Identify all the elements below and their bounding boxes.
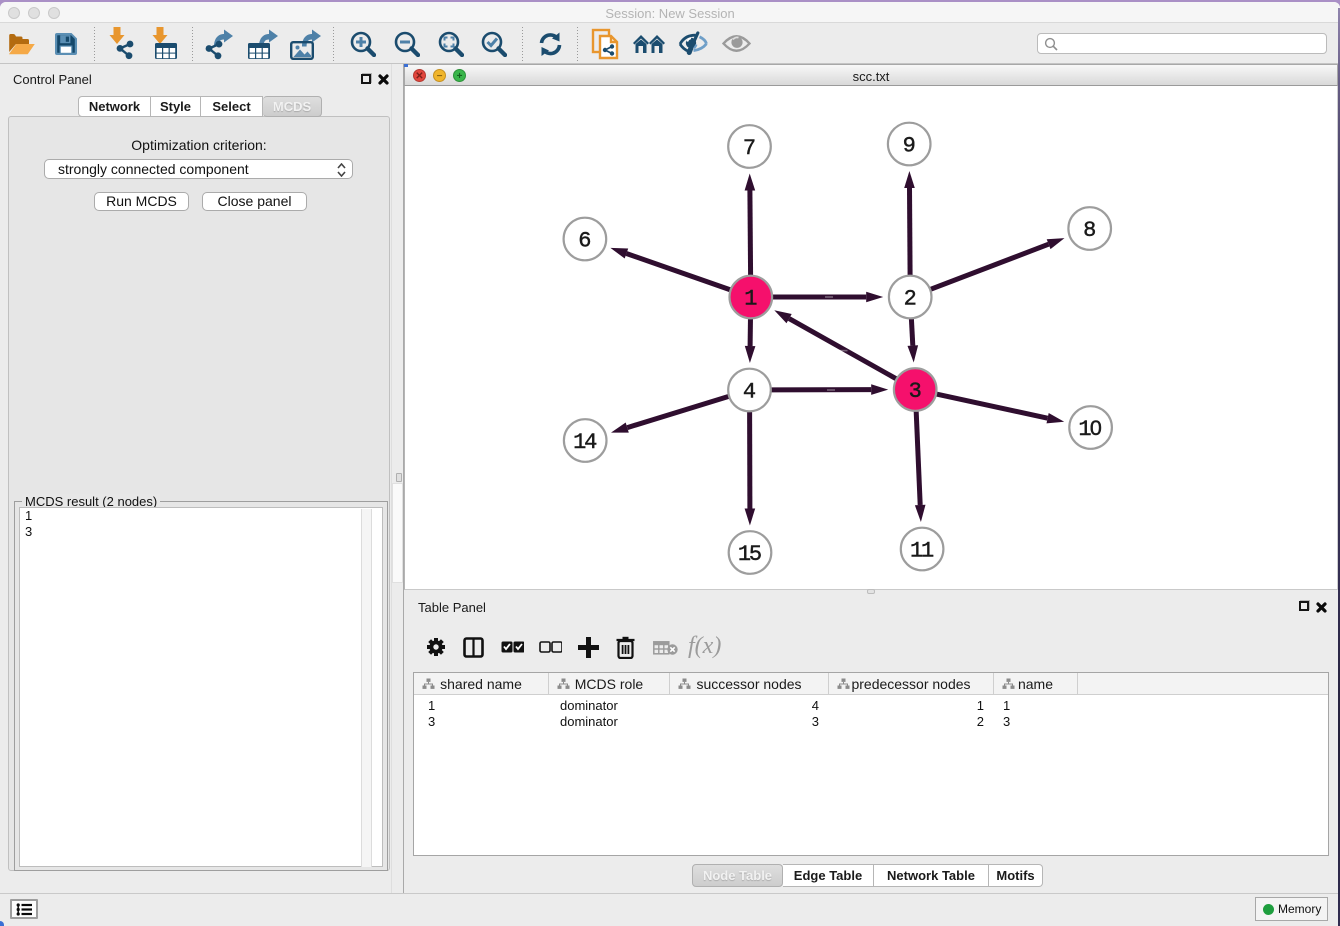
svg-text:3: 3 — [909, 379, 922, 404]
svg-text:1: 1 — [744, 287, 757, 312]
svg-text:4: 4 — [743, 380, 756, 405]
svg-text:11: 11 — [910, 539, 934, 564]
svg-text:7: 7 — [743, 136, 756, 161]
svg-text:8: 8 — [1083, 218, 1096, 243]
svg-text:14: 14 — [573, 430, 597, 455]
svg-text:15: 15 — [738, 542, 761, 567]
svg-text:6: 6 — [578, 229, 591, 254]
svg-text:0: 0 — [1090, 416, 1102, 440]
svg-text:2: 2 — [904, 287, 917, 312]
svg-text:9: 9 — [903, 134, 916, 159]
